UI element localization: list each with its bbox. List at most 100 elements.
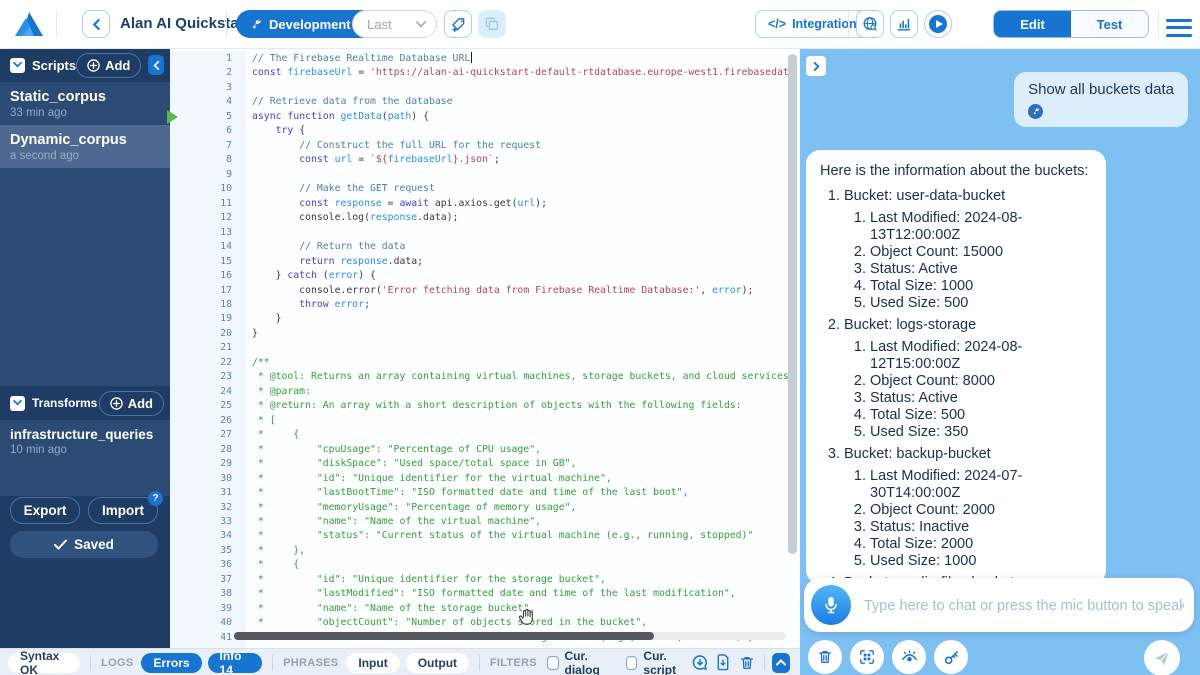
top-bar: Alan AI Quickstart Development Last < bbox=[0, 0, 1200, 49]
line-number: 32 bbox=[170, 501, 246, 515]
back-button[interactable] bbox=[82, 10, 110, 38]
bucket-item: Bucket: logs-storageLast Modified: 2024-… bbox=[844, 317, 1092, 441]
copy-icon bbox=[485, 17, 499, 31]
duplicate-button[interactable] bbox=[478, 10, 506, 38]
bot-message-intro: Here is the information about the bucket… bbox=[820, 163, 1092, 180]
alan-ai-logo-icon bbox=[14, 9, 44, 39]
transforms-collapse-toggle[interactable] bbox=[10, 396, 25, 411]
tab-test[interactable]: Test bbox=[1071, 11, 1148, 37]
bar-chart-icon bbox=[896, 16, 912, 32]
info-filter-pill[interactable]: Info 14 bbox=[208, 653, 263, 673]
bucket-fields: Last Modified: 2024-07-30T14:00:00ZObjec… bbox=[844, 468, 1092, 570]
download-dialog-button[interactable] bbox=[691, 652, 709, 674]
line-number: 24 bbox=[170, 385, 246, 399]
edit-test-toggle: Edit Test bbox=[993, 10, 1149, 38]
divider bbox=[226, 11, 227, 37]
tag-version-button[interactable] bbox=[444, 10, 472, 38]
import-help-badge[interactable]: ? bbox=[148, 491, 163, 506]
divider bbox=[90, 655, 91, 671]
line-number-gutter: 1234567891011121314151617181920212223242… bbox=[170, 52, 246, 648]
version-select[interactable]: Last bbox=[352, 10, 437, 38]
cur-script-checkbox[interactable] bbox=[626, 656, 638, 670]
run-script-arrow-icon[interactable] bbox=[167, 110, 178, 124]
code-line: * "name": "Name of the virtual machine", bbox=[252, 515, 786, 529]
globe-search-icon bbox=[862, 16, 878, 32]
scripts-collapse-toggle[interactable] bbox=[10, 58, 25, 73]
bucket-field: Total Size: 500 bbox=[870, 407, 1092, 424]
chat-text-input[interactable] bbox=[862, 578, 1186, 634]
chevron-down-icon bbox=[416, 21, 426, 28]
file-download-icon bbox=[715, 654, 731, 671]
add-script-button[interactable]: Add bbox=[76, 53, 141, 78]
auth-key-button[interactable] bbox=[934, 640, 968, 674]
line-number: 10 bbox=[170, 182, 246, 196]
analytics-button[interactable] bbox=[890, 10, 918, 38]
code-line: throw error; bbox=[252, 298, 786, 312]
horizontal-scrollbar-thumb[interactable] bbox=[234, 632, 654, 640]
bucket-fields: Last Modified: 2024-08-12T15:00:00ZObjec… bbox=[844, 339, 1092, 441]
send-button[interactable] bbox=[1144, 640, 1180, 675]
transform-item-infrastructure-queries[interactable]: infrastructure_queries 10 min ago bbox=[0, 420, 170, 462]
scripts-header: Scripts Add bbox=[0, 48, 170, 82]
code-editor[interactable]: 1234567891011121314151617181920212223242… bbox=[170, 48, 800, 648]
expand-logs-button[interactable] bbox=[772, 653, 790, 673]
export-button[interactable]: Export bbox=[10, 497, 80, 524]
script-item-dynamic-corpus[interactable]: Dynamic_corpus a second ago bbox=[0, 125, 170, 168]
line-number: 13 bbox=[170, 226, 246, 240]
cur-dialog-checkbox[interactable] bbox=[547, 656, 559, 670]
qr-scan-button[interactable] bbox=[850, 640, 884, 674]
menu-button[interactable] bbox=[1166, 14, 1192, 41]
code-line: * { bbox=[252, 428, 786, 442]
line-number: 27 bbox=[170, 428, 246, 442]
line-number: 16 bbox=[170, 269, 246, 283]
code-line: * "id": "Unique identifier for the stora… bbox=[252, 573, 786, 587]
code-area[interactable]: // The Firebase Realtime Database URLcon… bbox=[252, 52, 786, 645]
script-item-static-corpus[interactable]: Static_corpus 33 min ago bbox=[0, 82, 170, 125]
code-line: * "lastBootTime": "ISO formatted date an… bbox=[252, 486, 786, 500]
eye-icon bbox=[901, 649, 918, 665]
vertical-scrollbar[interactable] bbox=[788, 54, 797, 554]
bucket-field: Status: Inactive bbox=[870, 519, 1092, 536]
tab-edit[interactable]: Edit bbox=[994, 11, 1071, 37]
code-line: } catch (error) { bbox=[252, 269, 786, 283]
saved-status-button[interactable]: Saved bbox=[10, 531, 158, 558]
mic-button[interactable] bbox=[811, 585, 851, 625]
code-line: * }, bbox=[252, 544, 786, 558]
cur-script-label: Cur. script bbox=[643, 649, 690, 675]
run-dialog-button[interactable] bbox=[924, 10, 952, 38]
syntax-status-pill[interactable]: Syntax OK bbox=[8, 653, 80, 673]
bucket-item: Bucket: user-data-bucketLast Modified: 2… bbox=[844, 188, 1092, 312]
clear-logs-button[interactable] bbox=[738, 652, 756, 674]
plus-circle-icon bbox=[87, 59, 100, 72]
code-line: } bbox=[252, 312, 786, 326]
chevron-down-icon bbox=[13, 400, 22, 406]
status-bar: Syntax OK LOGS Errors Info 14 PHRASES In… bbox=[0, 648, 800, 675]
code-line bbox=[252, 81, 786, 95]
code-line: } bbox=[252, 327, 786, 341]
language-button[interactable] bbox=[856, 10, 884, 38]
clear-dialog-button[interactable] bbox=[808, 640, 842, 674]
input-filter-pill[interactable]: Input bbox=[346, 653, 399, 673]
line-number: 17 bbox=[170, 284, 246, 298]
check-icon bbox=[54, 539, 67, 550]
line-number: 8 bbox=[170, 153, 246, 167]
line-number: 19 bbox=[170, 312, 246, 326]
divider bbox=[848, 11, 849, 37]
errors-filter-pill[interactable]: Errors bbox=[141, 653, 201, 673]
sidebar-collapse-button[interactable] bbox=[148, 55, 164, 75]
line-number: 4 bbox=[170, 95, 246, 109]
code-line: * "memoryUsage": "Percentage of memory u… bbox=[252, 501, 786, 515]
phrases-label: PHRASES bbox=[283, 657, 338, 669]
code-line: console.error('Error fetching data from … bbox=[252, 284, 786, 298]
add-transform-button[interactable]: Add bbox=[99, 391, 164, 416]
panel-expand-button[interactable] bbox=[806, 56, 826, 76]
download-logs-button[interactable] bbox=[715, 652, 733, 674]
horizontal-scrollbar-track[interactable] bbox=[234, 632, 786, 640]
alan-ai-studio: Alan AI Quickstart Development Last < bbox=[0, 0, 1200, 675]
text-cursor bbox=[471, 52, 472, 63]
wrench-icon bbox=[249, 18, 262, 31]
visual-state-button[interactable] bbox=[892, 640, 926, 674]
output-filter-pill[interactable]: Output bbox=[406, 653, 469, 673]
play-icon bbox=[928, 14, 948, 34]
trash-icon bbox=[817, 649, 833, 665]
